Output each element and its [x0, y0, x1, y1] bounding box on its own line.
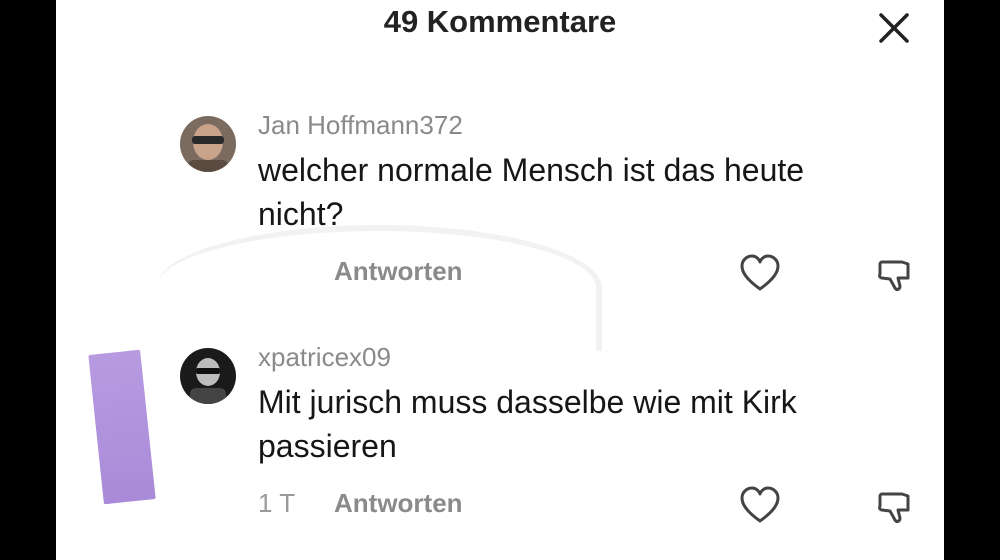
thumbs-down-icon [878, 492, 910, 523]
like-button[interactable] [738, 484, 782, 528]
comments-count-title: 49 Kommentare [383, 4, 617, 39]
reply-button[interactable]: Antworten [334, 488, 463, 519]
dislike-button[interactable] [874, 252, 918, 296]
reply-button[interactable]: Antworten [334, 256, 463, 287]
purple-sticker [88, 349, 156, 505]
thumbs-down-icon [878, 260, 910, 291]
comment-username[interactable]: xpatricex09 [258, 342, 391, 373]
close-button[interactable] [872, 6, 916, 50]
like-button[interactable] [738, 252, 782, 296]
comment-username[interactable]: Jan Hoffmann372 [258, 110, 463, 141]
comment-text: welcher normale Mensch ist das heute nic… [258, 152, 805, 232]
avatar[interactable] [180, 116, 236, 172]
comments-panel: 49 Kommentare Jan Hoffmann372 welcher no… [56, 0, 944, 560]
dislike-button[interactable] [874, 484, 918, 528]
heart-icon [740, 254, 780, 291]
comment-timestamp: 1 T [258, 488, 296, 518]
avatar[interactable] [180, 348, 236, 404]
background-swirl [156, 225, 602, 351]
close-icon [879, 13, 909, 43]
heart-icon [740, 486, 780, 523]
comment-text: Mit jurisch muss dasselbe wie mit Kirk p… [258, 384, 797, 464]
